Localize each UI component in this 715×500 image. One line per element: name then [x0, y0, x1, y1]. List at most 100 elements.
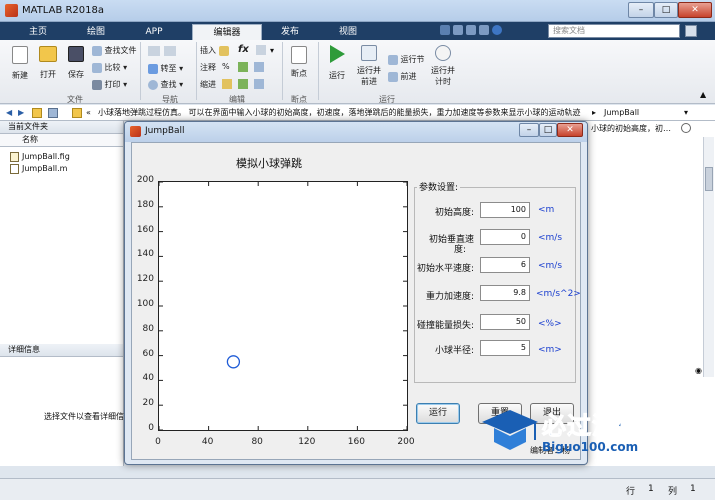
- forward-arrow-icon[interactable]: ▶: [18, 105, 24, 121]
- run-button[interactable]: 运行: [324, 45, 350, 81]
- help-icon[interactable]: [491, 25, 502, 35]
- goto-icon: [148, 63, 158, 74]
- back-arrow-icon[interactable]: ◀: [6, 105, 12, 121]
- filter-icon[interactable]: [685, 25, 697, 37]
- undo-icon[interactable]: [478, 25, 489, 35]
- fig-file-icon: [10, 152, 19, 162]
- file-item-m[interactable]: JumpBall.m: [0, 163, 123, 175]
- panel-collapse-icon[interactable]: ◉: [695, 366, 702, 375]
- plot-axes[interactable]: [158, 181, 408, 431]
- radius-input[interactable]: 5: [480, 340, 530, 356]
- current-folder-header: 当前文件夹: [0, 121, 123, 134]
- percent-button[interactable]: %: [222, 62, 230, 71]
- plot-svg: [159, 182, 407, 430]
- find-files-button[interactable]: 查找文件: [92, 45, 137, 56]
- panel-options-icon[interactable]: [681, 123, 691, 133]
- breakpoints-button[interactable]: 断点: [286, 46, 312, 79]
- initial-height-input[interactable]: 100: [480, 202, 530, 218]
- insert-button[interactable]: 插入: [200, 45, 229, 56]
- y-tick-label: 180: [136, 199, 154, 210]
- address-bar: ◀ ▶ « 小球落地弹跳过程仿真。 可以在界面中输入小球的初始高度，初速度，落地…: [0, 105, 715, 121]
- address-crumb[interactable]: JumpBall: [604, 105, 639, 121]
- address-path-text[interactable]: 小球落地弹跳过程仿真。 可以在界面中输入小球的初始高度，初速度，落地弹跳后的能量…: [98, 105, 590, 121]
- comment-icon[interactable]: [238, 62, 248, 72]
- name-column-header[interactable]: 名称: [0, 134, 123, 147]
- save-button[interactable]: 保存: [64, 46, 88, 80]
- radius-unit: <m>: [538, 345, 562, 355]
- minimize-button[interactable]: –: [628, 2, 654, 18]
- vertical-scrollbar[interactable]: [703, 137, 714, 377]
- stopwatch-icon: [435, 45, 451, 61]
- dialog-title-bar[interactable]: JumpBall – □ ✕: [125, 122, 587, 142]
- fx-button[interactable]: fx: [238, 44, 249, 55]
- dialog-minimize-button[interactable]: –: [519, 123, 539, 137]
- decrease-indent-icon[interactable]: [254, 79, 264, 89]
- group-edit-label: 编辑: [229, 95, 245, 104]
- x-tick-label: 0: [155, 437, 161, 447]
- ribbon-collapse-icon[interactable]: ▲: [700, 90, 706, 99]
- up-folder-icon[interactable]: [32, 108, 42, 118]
- initial-vy-unit: <m/s: [538, 233, 563, 243]
- open-button[interactable]: 打开: [36, 46, 60, 80]
- comment-button[interactable]: 注释: [200, 62, 216, 73]
- initial-vx-input[interactable]: 6: [480, 257, 530, 273]
- breakpoint-icon: [291, 46, 307, 64]
- command-window-text: 小球的初始高度，初…: [591, 124, 671, 133]
- gravity-input[interactable]: 9.8: [480, 285, 530, 301]
- dialog-maximize-button[interactable]: □: [539, 123, 557, 137]
- tab-plots[interactable]: 绘图: [68, 24, 124, 40]
- nav-back-icon[interactable]: [148, 46, 160, 56]
- graduation-cap-logo: [482, 410, 538, 450]
- tab-apps[interactable]: APP: [126, 24, 182, 40]
- run-section-button[interactable]: 运行节: [388, 54, 425, 65]
- browse-folder-icon[interactable]: [48, 108, 58, 118]
- compare-button[interactable]: 比较 ▾: [92, 62, 127, 73]
- advance-button[interactable]: 前进: [388, 71, 417, 82]
- smart-indent-icon[interactable]: [222, 79, 232, 89]
- search-documentation-input[interactable]: 搜索文档: [548, 24, 680, 38]
- uncomment-icon[interactable]: [254, 62, 264, 72]
- find-button[interactable]: 查找 ▾: [148, 79, 183, 90]
- maximize-button[interactable]: □: [654, 2, 678, 18]
- save-quick-icon[interactable]: [440, 25, 450, 35]
- watermark: 必过源码 Biguo100.com: [480, 404, 680, 462]
- tab-view[interactable]: 视图: [320, 24, 376, 40]
- run-simulation-button[interactable]: 运行: [416, 403, 460, 424]
- print-button[interactable]: 打印 ▾: [92, 79, 127, 90]
- cut-icon[interactable]: [452, 25, 463, 35]
- initial-vy-input[interactable]: 0: [480, 229, 530, 245]
- col-value: 1: [690, 484, 696, 494]
- toolbar-quick-icons: [440, 25, 540, 37]
- compare-icon: [92, 62, 102, 73]
- copy-icon[interactable]: [465, 25, 476, 35]
- tab-editor[interactable]: 编辑器: [192, 24, 262, 40]
- details-header[interactable]: 详细信息: [0, 344, 123, 357]
- initial-height-label: 初始高度:: [434, 208, 474, 218]
- dialog-close-button[interactable]: ✕: [557, 123, 583, 137]
- close-button[interactable]: ✕: [678, 2, 712, 18]
- ribbon-divider: [282, 42, 283, 100]
- address-dropdown-icon[interactable]: ▾: [684, 105, 688, 121]
- new-button[interactable]: 新建: [8, 46, 32, 81]
- tab-publish[interactable]: 发布: [262, 24, 318, 40]
- find-icon: [148, 79, 158, 90]
- y-tick-labels: 0 20 40 60 80 100 120 140 160 180 200: [132, 143, 158, 453]
- run-play-icon: [329, 45, 345, 63]
- y-tick-label: 200: [136, 175, 154, 185]
- energy-loss-unit: <%>: [538, 319, 562, 329]
- increase-indent-icon[interactable]: [238, 79, 248, 89]
- radius-label: 小球半径:: [434, 346, 474, 356]
- energy-loss-input[interactable]: 50: [480, 314, 530, 330]
- params-panel-title: 参数设置:: [417, 180, 461, 193]
- indent-button[interactable]: 缩进: [200, 79, 216, 90]
- file-item-fig[interactable]: JumpBall.fig: [0, 151, 123, 163]
- run-and-time-button[interactable]: 运行并 计时: [428, 45, 458, 87]
- insert-menu-icon[interactable]: [256, 45, 266, 55]
- goto-button[interactable]: 转至 ▾: [148, 63, 183, 74]
- tab-home[interactable]: 主页: [10, 24, 66, 40]
- edit-dropdown-icon[interactable]: ▾: [270, 46, 274, 55]
- nav-forward-icon[interactable]: [164, 46, 176, 56]
- y-tick-label: 20: [142, 398, 154, 409]
- scroll-thumb[interactable]: [705, 167, 713, 191]
- run-and-advance-button[interactable]: 运行并 前进: [354, 45, 384, 87]
